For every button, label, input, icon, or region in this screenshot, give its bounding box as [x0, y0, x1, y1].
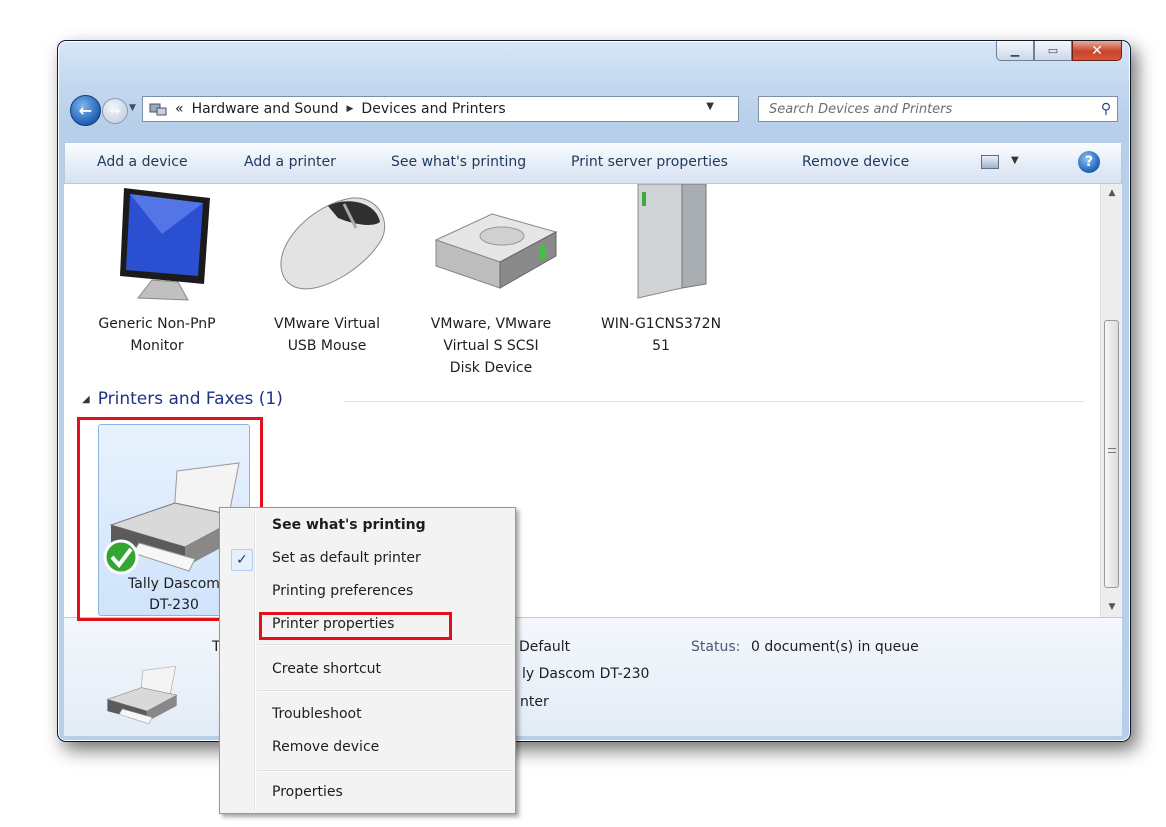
breadcrumb-hardware-and-sound[interactable]: Hardware and Sound	[188, 101, 343, 117]
details-status-label: Status:	[691, 639, 741, 655]
add-printer-button[interactable]: Add a printer	[244, 154, 336, 170]
menu-item-create-shortcut[interactable]: Create shortcut	[272, 661, 381, 677]
device-label: USB Mouse	[287, 338, 367, 354]
devices-folder-icon	[149, 100, 171, 118]
device-computer-win-g1cns372n51[interactable]: WIN-G1CNS372N 51	[586, 183, 736, 357]
computer-tower-icon	[637, 183, 707, 299]
menu-separator	[258, 690, 512, 692]
vertical-scrollbar[interactable]: ▲ ▼	[1100, 184, 1122, 617]
back-arrow-icon: ←	[78, 101, 93, 120]
change-view-icon[interactable]	[981, 155, 999, 169]
recent-pages-dropdown[interactable]: ▼	[129, 103, 136, 113]
device-label: Monitor	[130, 338, 184, 354]
printers-and-faxes-title: Printers and Faxes (1)	[97, 389, 283, 409]
device-vmware-scsi-disk[interactable]: VMware, VMware Virtual S SCSI Disk Devic…	[416, 184, 566, 379]
navigation-row: ← → ▼ « Hardware and Sound ▶ Devices and…	[58, 89, 1130, 129]
print-server-properties-button[interactable]: Print server properties	[571, 154, 728, 170]
printer-context-menu: See what's printing ✓ Set as default pri…	[219, 507, 516, 814]
caption-buttons: ▁ ▭ ✕	[996, 41, 1122, 61]
device-label: WIN-G1CNS372N	[600, 316, 722, 332]
device-label: Virtual S SCSI	[443, 338, 539, 354]
see-whats-printing-button[interactable]: See what's printing	[391, 154, 526, 170]
menu-item-see-whats-printing[interactable]: See what's printing	[272, 517, 426, 533]
minimize-icon: ▁	[1010, 44, 1020, 57]
checkmark-icon: ✓	[231, 549, 253, 571]
command-bar: Add a device Add a printer See what's pr…	[64, 142, 1122, 184]
scroll-up-icon[interactable]: ▲	[1101, 184, 1123, 202]
mouse-icon	[280, 197, 386, 290]
menu-item-remove-device[interactable]: Remove device	[272, 739, 379, 755]
minimize-button[interactable]: ▁	[996, 41, 1034, 61]
breadcrumb-chevron-icon[interactable]: ▶	[343, 104, 358, 114]
group-divider	[344, 401, 1084, 402]
device-label: 51	[652, 338, 670, 354]
search-box: ⚲	[758, 96, 1118, 122]
printers-and-faxes-group-header[interactable]: ◢ Printers and Faxes (1)	[82, 389, 283, 409]
search-input[interactable]	[767, 97, 1095, 121]
scrollbar-grip-icon	[1108, 448, 1116, 453]
close-button[interactable]: ✕	[1072, 41, 1122, 61]
monitor-icon	[120, 188, 210, 301]
menu-item-properties[interactable]: Properties	[272, 784, 343, 800]
menu-item-set-as-default-printer[interactable]: Set as default printer	[272, 550, 421, 566]
collapse-triangle-icon[interactable]: ◢	[82, 394, 90, 405]
back-button[interactable]: ←	[70, 95, 101, 126]
details-printer-icon	[106, 665, 178, 725]
disk-drive-icon	[434, 213, 558, 289]
view-options-dropdown-icon[interactable]: ▼	[1011, 155, 1019, 166]
device-label: Disk Device	[449, 360, 533, 376]
breadcrumb-overflow[interactable]: «	[171, 101, 188, 117]
details-category: nter	[520, 694, 549, 710]
scrollbar-thumb[interactable]	[1104, 320, 1119, 588]
forward-button[interactable]: →	[102, 98, 128, 124]
details-status-value: 0 document(s) in queue	[751, 639, 919, 655]
add-device-button[interactable]: Add a device	[97, 154, 188, 170]
device-label: Generic Non-PnP	[98, 316, 216, 332]
breadcrumb-devices-and-printers[interactable]: Devices and Printers	[357, 101, 509, 117]
forward-arrow-icon: →	[109, 103, 121, 119]
device-label: VMware, VMware	[430, 316, 552, 332]
maximize-button[interactable]: ▭	[1034, 41, 1072, 61]
menu-separator	[258, 644, 512, 646]
remove-device-button[interactable]: Remove device	[802, 154, 909, 170]
maximize-icon: ▭	[1047, 44, 1059, 57]
help-icon: ?	[1084, 154, 1094, 170]
menu-separator	[258, 770, 512, 772]
menu-item-troubleshoot[interactable]: Troubleshoot	[272, 706, 362, 722]
address-dropdown-icon[interactable]: ▼	[706, 101, 714, 112]
details-state: Default	[519, 639, 571, 655]
device-label: VMware Virtual	[274, 316, 380, 332]
highlight-printer-properties	[259, 612, 452, 640]
menu-item-printing-preferences[interactable]: Printing preferences	[272, 583, 413, 599]
close-icon: ✕	[1091, 42, 1103, 59]
device-generic-monitor[interactable]: Generic Non-PnP Monitor	[82, 184, 232, 357]
details-model: ly Dascom DT-230	[522, 666, 650, 682]
address-bar[interactable]: « Hardware and Sound ▶ Devices and Print…	[142, 96, 815, 122]
search-icon[interactable]: ⚲	[1095, 101, 1117, 117]
device-vmware-usb-mouse[interactable]: VMware Virtual USB Mouse	[252, 184, 402, 357]
menu-gutter	[254, 510, 256, 811]
scroll-down-icon[interactable]: ▼	[1101, 598, 1123, 616]
help-button[interactable]: ?	[1078, 151, 1100, 173]
